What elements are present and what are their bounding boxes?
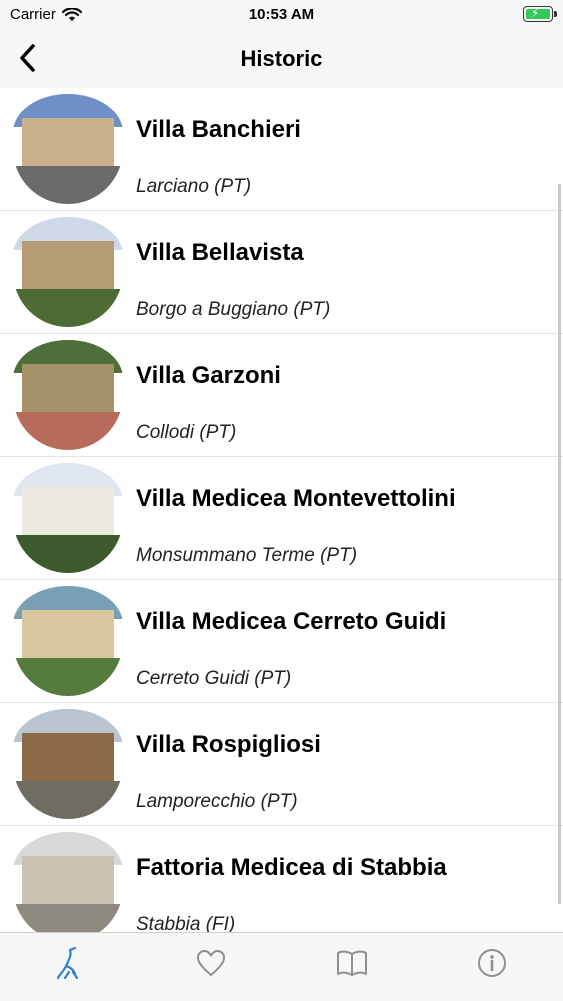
tab-bar (0, 932, 563, 1001)
villa-thumbnail (13, 217, 123, 327)
villa-location: Collodi (PT) (136, 422, 237, 443)
book-icon (337, 950, 367, 976)
list-item[interactable]: Villa Bellavista Borgo a Buggiano (PT) (0, 211, 563, 334)
list-item[interactable]: Villa Banchieri Larciano (PT) (0, 88, 563, 211)
villa-location: Larciano (PT) (136, 176, 252, 197)
villa-thumbnail (13, 340, 123, 450)
villa-location: Monsummano Terme (PT) (136, 545, 358, 566)
list-item[interactable]: Villa Medicea Montevettolini Monsummano … (0, 457, 563, 580)
villa-thumbnail (13, 709, 123, 819)
villa-name: Villa Banchieri (136, 116, 301, 143)
tab-explore[interactable] (50, 943, 90, 983)
villa-location: Borgo a Buggiano (PT) (136, 299, 331, 320)
list-item[interactable]: Villa Garzoni Collodi (PT) (0, 334, 563, 457)
villa-name: Villa Bellavista (136, 239, 304, 266)
villa-name: Villa Medicea Cerreto Guidi (136, 608, 447, 635)
scroll-indicator[interactable] (558, 184, 561, 904)
info-icon (478, 949, 506, 977)
status-bar: Carrier 10:53 AM ⚡ (0, 0, 563, 30)
list-item[interactable]: Villa Rospigliosi Lamporecchio (PT) (0, 703, 563, 826)
villa-name: Fattoria Medicea di Stabbia (136, 854, 447, 881)
status-time: 10:53 AM (248, 6, 315, 23)
list-item[interactable]: Fattoria Medicea di Stabbia Stabbia (FI) (0, 826, 563, 932)
navigation-bar: Historic (0, 30, 563, 89)
list-item[interactable]: Villa Medicea Cerreto Guidi Cerreto Guid… (0, 580, 563, 703)
tab-info[interactable] (472, 943, 512, 983)
heart-icon (197, 950, 225, 976)
villa-location: Cerreto Guidi (PT) (136, 668, 292, 689)
page-title: Historic (240, 46, 323, 71)
villa-name: Villa Rospigliosi (136, 731, 321, 758)
heron-icon (56, 946, 79, 980)
villa-thumbnail (13, 94, 123, 204)
tab-favorites[interactable] (191, 943, 231, 983)
villa-thumbnail (13, 832, 123, 932)
villa-thumbnail (13, 463, 123, 573)
villa-name: Villa Garzoni (136, 362, 281, 389)
villa-location: Lamporecchio (PT) (136, 791, 298, 812)
tab-guide[interactable] (332, 943, 372, 983)
villa-list: Villa Banchieri Larciano (PT) Villa Bell… (0, 88, 563, 932)
villa-location: Stabbia (FI) (136, 914, 236, 932)
villa-thumbnail (13, 586, 123, 696)
villa-name: Villa Medicea Montevettolini (136, 485, 456, 512)
battery-icon: ⚡ (523, 6, 557, 22)
